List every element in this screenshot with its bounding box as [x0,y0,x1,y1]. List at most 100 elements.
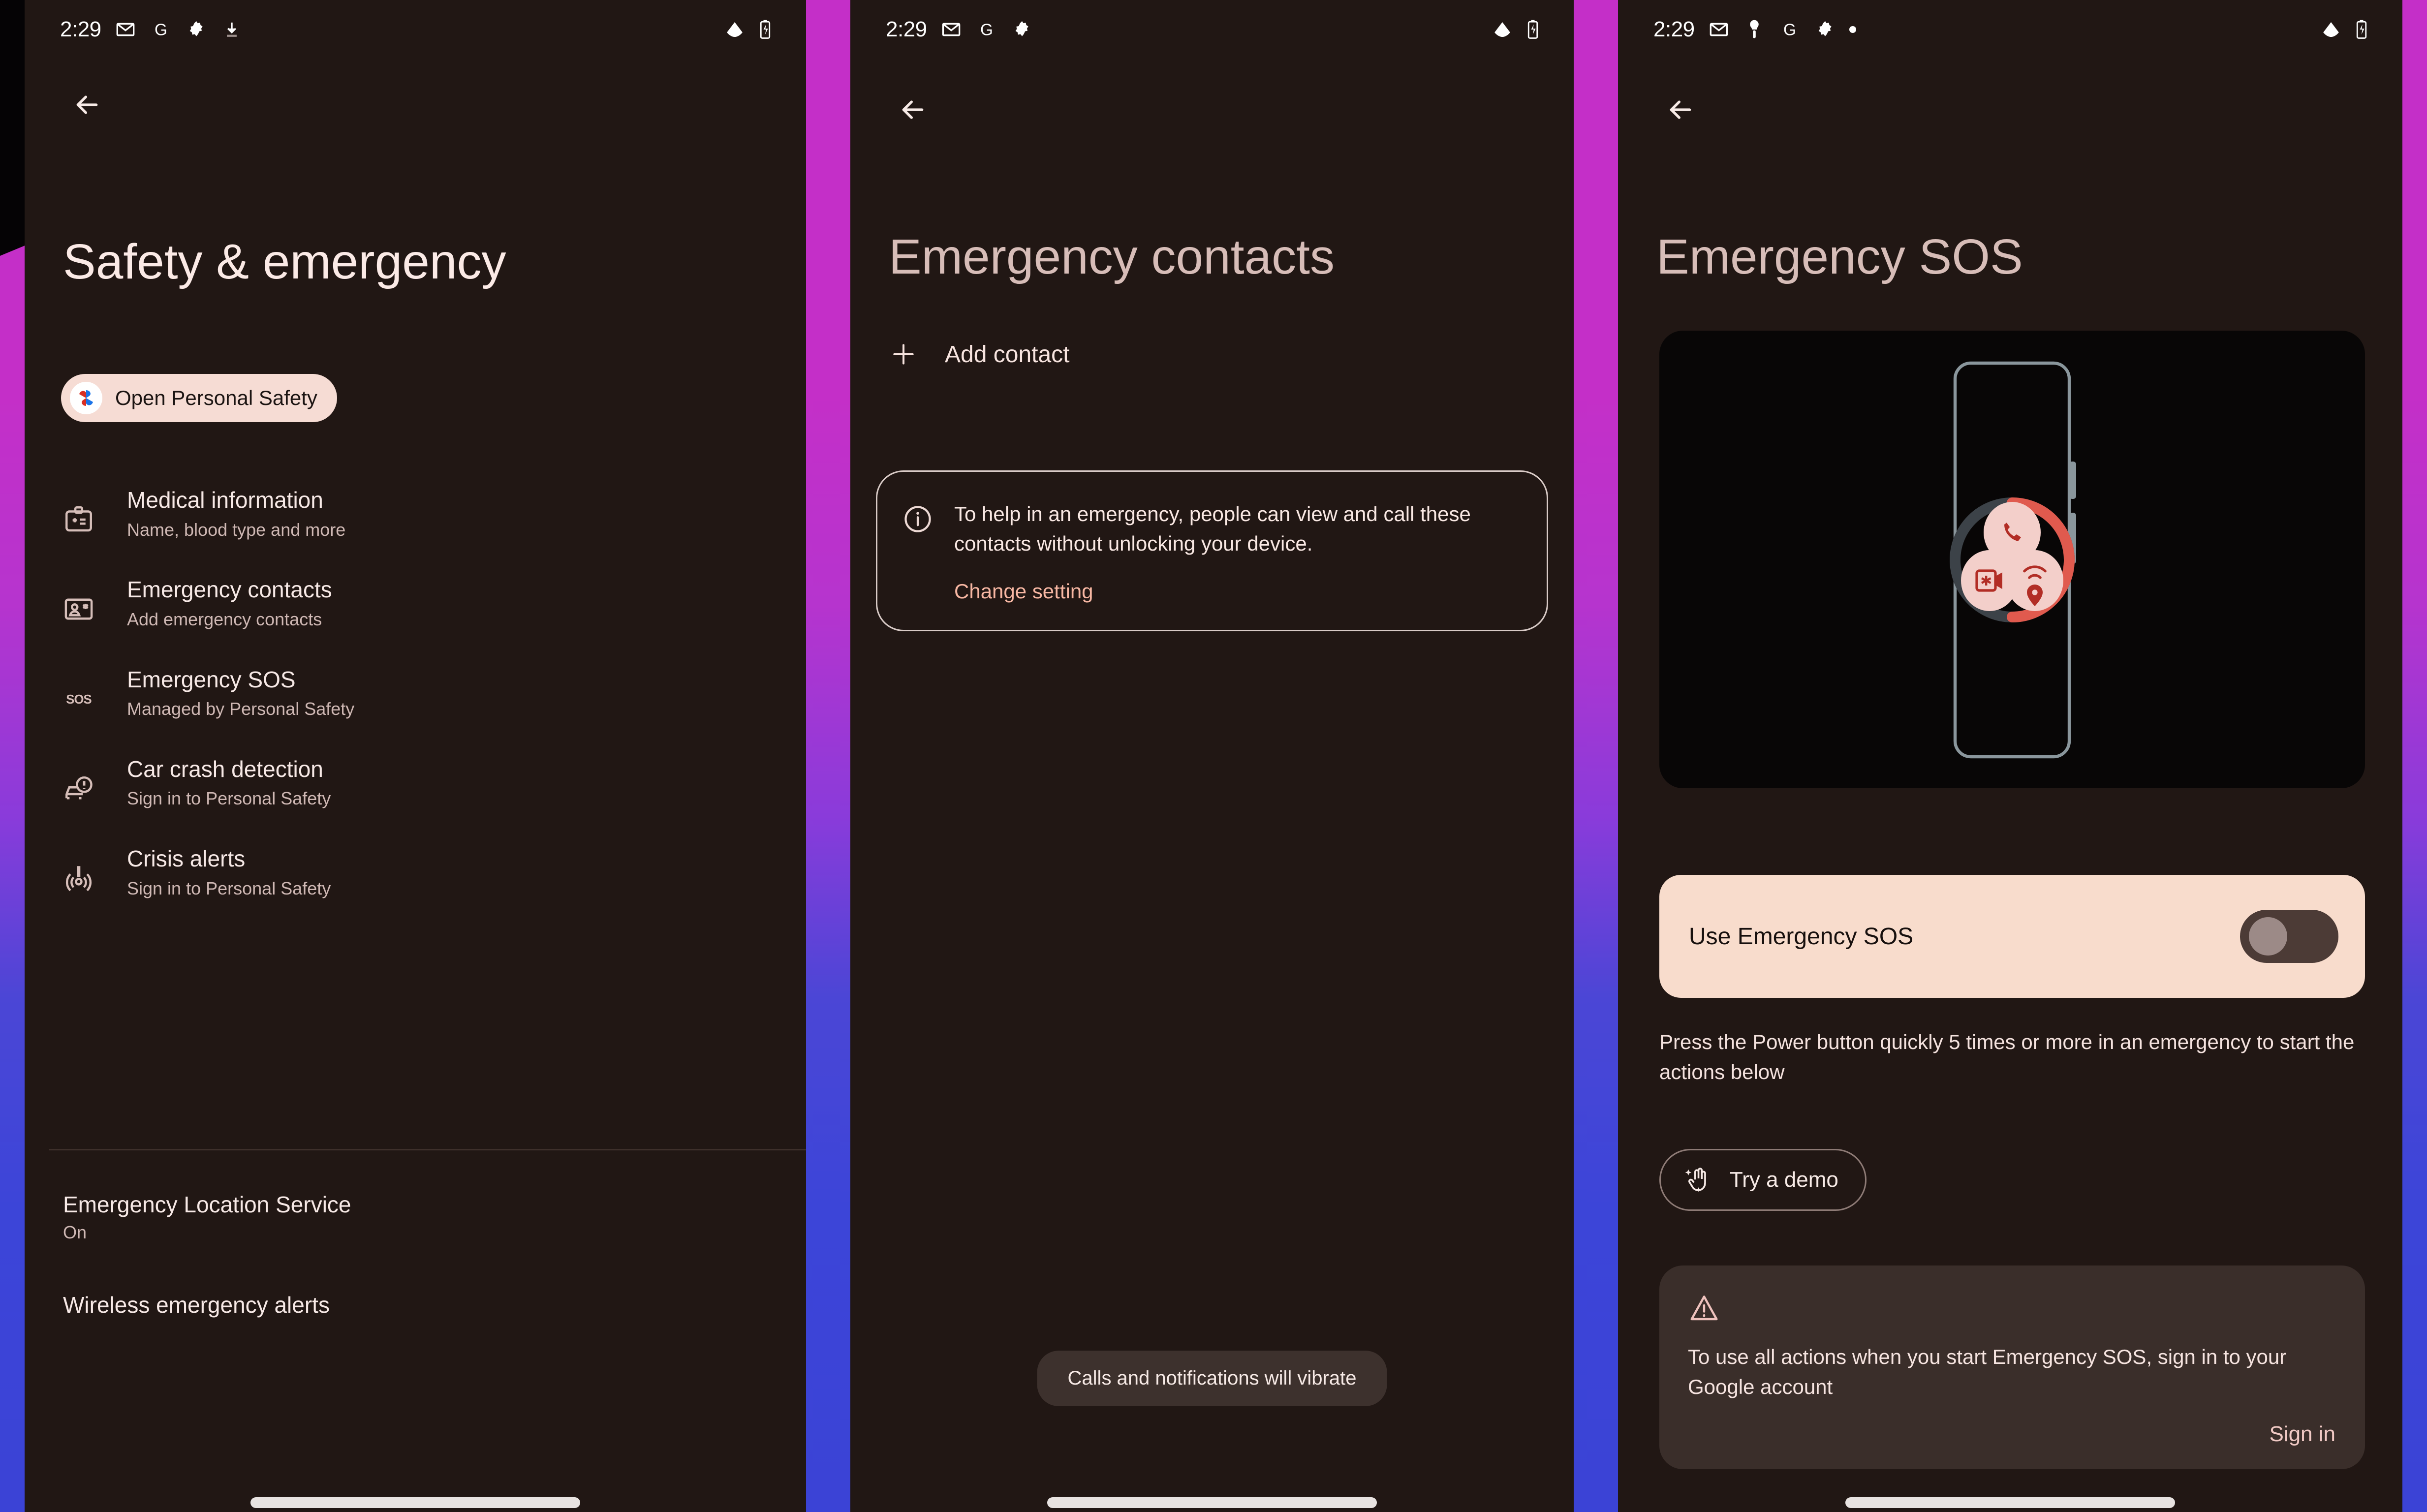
download-icon [220,18,243,41]
setting-subtitle: Sign in to Personal Safety [127,788,331,809]
secondary-settings-list: Emergency Location Service On Wireless e… [25,1171,806,1339]
google-icon: G [1778,18,1801,41]
emergency-sos-hint: Press the Power button quickly 5 times o… [1659,1030,2355,1083]
phone-screen-safety-emergency: 2:29 G Safety & emergency Open Personal … [25,0,806,1512]
setting-title: Medical information [127,487,323,513]
status-bar: 2:29 G [1618,0,2402,59]
setting-texts: Crisis alerts Sign in to Personal Safety [127,840,772,900]
page-title: Emergency SOS [1656,229,2023,284]
sidebar-item-crisis-alerts[interactable]: Crisis alerts Sign in to Personal Safety [25,825,806,915]
status-bar-left: 2:29 G [1653,17,1856,42]
add-contact-label: Add contact [945,341,1070,368]
setting-subtitle: Name, blood type and more [127,519,346,540]
phone-screen-emergency-contacts: 2:29 G Emergency contacts Add contact To… [850,0,1574,1512]
google-icon: G [975,18,998,41]
page-title: Safety & emergency [63,234,506,289]
change-setting-link[interactable]: Change setting [954,580,1093,603]
status-bar-clock: 2:29 [60,17,101,41]
info-card-body: To help in an emergency, people can view… [954,499,1517,603]
emergency-contacts-info-card: To help in an emergency, people can view… [876,470,1548,632]
dot-icon [1849,26,1856,33]
gesture-navigation-bar[interactable] [1845,1497,2175,1508]
medical-badge-icon [61,502,96,537]
setting-subtitle: Managed by Personal Safety [127,699,355,719]
vibrate-toast: Calls and notifications will vibrate [1037,1351,1387,1406]
sidebar-item-emergency-location-service[interactable]: Emergency Location Service On [25,1171,806,1263]
sidebar-item-emergency-contacts[interactable]: Emergency contacts Add emergency contact… [25,556,806,646]
setting-subtitle: Sign in to Personal Safety [127,878,331,898]
switch-thumb [2249,917,2287,956]
back-button[interactable] [66,84,108,126]
personal-safety-app-icon [70,382,102,414]
try-a-demo-label: Try a demo [1730,1168,1838,1192]
status-bar-right [723,18,777,41]
status-bar-right [1491,18,1544,41]
gear-icon [185,18,208,41]
setting-title: Crisis alerts [127,846,246,872]
use-emergency-sos-toggle-row[interactable]: Use Emergency SOS [1659,875,2365,998]
sidebar-item-medical-information[interactable]: Medical information Name, blood type and… [25,466,806,556]
status-bar-clock: 2:29 [1653,17,1695,41]
section-divider [49,1149,806,1150]
gmail-icon [1708,18,1730,41]
safety-settings-list: Medical information Name, blood type and… [25,466,806,915]
status-bar-clock: 2:29 [886,17,927,41]
setting-title: Emergency SOS [127,666,296,692]
contact-card-icon [61,591,96,627]
wifi-icon [2320,18,2342,41]
toggle-label: Use Emergency SOS [1689,923,1914,950]
page-title: Emergency contacts [889,229,1335,284]
status-bar-left: 2:29 G [60,17,243,42]
sidebar-item-emergency-sos[interactable]: SOS Emergency SOS Managed by Personal Sa… [25,646,806,736]
svg-text:G: G [980,21,993,39]
warning-card-text: To use all actions when you start Emerge… [1688,1345,2287,1398]
gear-icon [1814,18,1836,41]
setting-title: Wireless emergency alerts [63,1292,330,1318]
setting-title: Emergency Location Service [63,1192,351,1217]
car-crash-icon [61,771,96,806]
svg-text:G: G [1783,21,1796,39]
plus-icon [889,339,918,369]
setting-subtitle: Add emergency contacts [127,609,322,629]
sidebar-item-wireless-emergency-alerts[interactable]: Wireless emergency alerts [25,1263,806,1339]
use-emergency-sos-switch[interactable] [2240,910,2338,963]
add-contact-button[interactable]: Add contact [889,339,1070,369]
status-bar-left: 2:29 G [886,17,1033,42]
battery-charging-icon [2350,18,2373,41]
google-icon: G [150,18,172,41]
battery-charging-icon [754,18,777,41]
gesture-navigation-bar[interactable] [1047,1497,1377,1508]
back-button[interactable] [1659,89,1702,131]
sos-icon: SOS [61,681,96,717]
status-bar: 2:29 G [25,0,806,59]
flashlight-icon [1743,18,1766,41]
svg-text:G: G [155,21,167,39]
gmail-icon [940,18,963,41]
status-bar: 2:29 G [850,0,1574,59]
emergency-sos-illustration [1659,331,2365,788]
sidebar-item-car-crash-detection[interactable]: Car crash detection Sign in to Personal … [25,736,806,825]
setting-texts: Emergency contacts Add emergency contact… [127,571,772,631]
back-button[interactable] [892,89,934,131]
setting-title: Car crash detection [127,756,323,782]
crisis-alert-icon [61,861,96,896]
try-a-demo-button[interactable]: Try a demo [1659,1149,1867,1211]
svg-text:SOS: SOS [66,693,92,707]
info-card-text: To help in an emergency, people can view… [954,502,1471,555]
wifi-icon [723,18,746,41]
setting-title: Emergency contacts [127,577,332,603]
warning-triangle-icon [1688,1292,1720,1325]
setting-texts: Car crash detection Sign in to Personal … [127,750,772,810]
battery-charging-icon [1522,18,1544,41]
phone-screen-emergency-sos: 2:29 G Emergency SOS Use Emergency SOS P… [1618,0,2402,1512]
gear-icon [1011,18,1033,41]
sign-in-link[interactable]: Sign in [1688,1422,2335,1447]
gmail-icon [114,18,137,41]
chip-label: Open Personal Safety [115,386,317,409]
tap-gesture-icon [1682,1164,1713,1197]
gesture-navigation-bar[interactable] [250,1497,580,1508]
status-bar-right [2320,18,2373,41]
info-icon [902,503,933,535]
open-personal-safety-chip[interactable]: Open Personal Safety [61,374,337,422]
wifi-icon [1491,18,1514,41]
